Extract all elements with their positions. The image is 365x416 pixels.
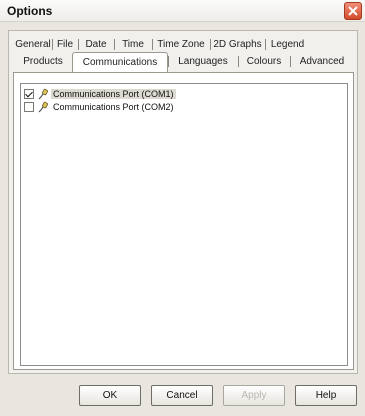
tab-colours[interactable]: Colours — [238, 54, 290, 70]
help-button[interactable]: Help — [295, 385, 357, 406]
ok-button[interactable]: OK — [79, 385, 141, 406]
window-title: Options — [7, 4, 53, 18]
list-item[interactable]: Communications Port (COM2) — [21, 100, 176, 113]
tab-communications[interactable]: Communications — [72, 52, 168, 72]
com2-checkbox[interactable] — [24, 101, 34, 112]
tab-products[interactable]: Products — [14, 54, 72, 70]
cancel-button[interactable]: Cancel — [151, 385, 213, 406]
tab-time-zone[interactable]: Time Zone — [152, 37, 210, 53]
com2-label: Communications Port (COM2) — [53, 101, 174, 112]
plug-icon — [38, 88, 49, 99]
list-item[interactable]: Communications Port (COM1) — [21, 87, 176, 100]
tab-file[interactable]: File — [52, 37, 78, 53]
plug-icon — [38, 101, 49, 112]
tab-general[interactable]: General — [14, 37, 52, 53]
tab-2d-graphs[interactable]: 2D Graphs — [210, 37, 265, 53]
close-icon — [348, 6, 358, 16]
close-button[interactable] — [344, 2, 362, 20]
tab-legend[interactable]: Legend — [265, 37, 310, 53]
tab-advanced[interactable]: Advanced — [290, 54, 354, 70]
tab-languages[interactable]: Languages — [168, 54, 238, 70]
tab-date[interactable]: Date — [78, 37, 114, 53]
apply-button[interactable]: Apply — [223, 385, 285, 406]
tab-time[interactable]: Time — [114, 37, 152, 53]
title-bar[interactable]: Options — [0, 0, 365, 22]
ports-list[interactable]: Communications Port (COM1) Communication… — [20, 83, 348, 366]
com1-checkbox[interactable] — [24, 88, 34, 99]
com1-label: Communications Port (COM1) — [51, 88, 176, 99]
